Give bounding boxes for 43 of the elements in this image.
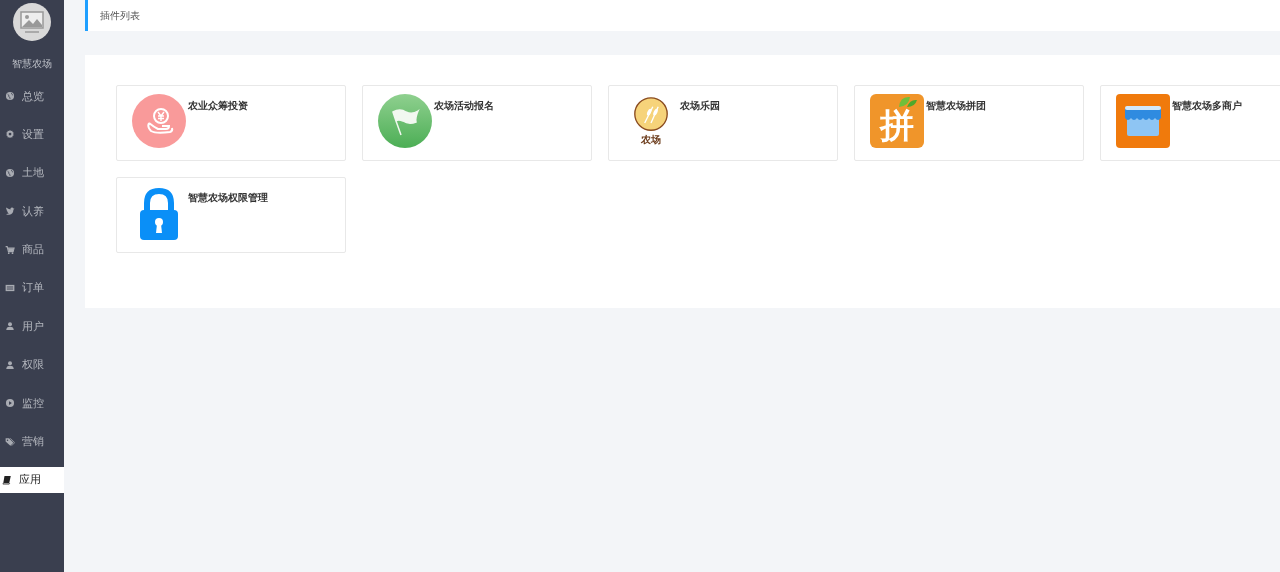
sidebar-item[interactable]: 用户 bbox=[0, 313, 64, 340]
cart-icon bbox=[5, 244, 15, 255]
plugin-card[interactable]: 农场 农场乐园 bbox=[608, 85, 838, 161]
sidebar-item[interactable]: 营销 bbox=[0, 428, 64, 455]
app-logo: 拼 bbox=[870, 94, 924, 148]
plugin-name: 农场活动报名 bbox=[434, 99, 494, 113]
play-circle-icon bbox=[5, 398, 15, 409]
list-icon bbox=[5, 282, 15, 293]
plugin-card[interactable]: 农业众筹投资 bbox=[116, 85, 346, 161]
logo-text: 农场 bbox=[641, 133, 661, 147]
plugin-name: 智慧农场多商户 bbox=[1172, 99, 1242, 113]
user-icon bbox=[5, 321, 15, 332]
globe-icon bbox=[5, 167, 15, 178]
plugin-card[interactable]: 拼 智慧农场拼团 bbox=[854, 85, 1084, 161]
breadcrumb-title: 插件列表 bbox=[100, 8, 140, 23]
sidebar-item[interactable]: 权限 bbox=[0, 351, 64, 378]
globe-icon bbox=[5, 91, 15, 101]
sidebar-item[interactable]: 设置 bbox=[0, 121, 64, 148]
user-icon bbox=[5, 359, 15, 370]
plugin-card[interactable]: 农场活动报名 bbox=[362, 85, 592, 161]
sidebar-item[interactable]: 土地 bbox=[0, 159, 64, 186]
shop-icon bbox=[1116, 94, 1170, 148]
plugin-card[interactable]: 智慧农场多商户 bbox=[1100, 85, 1280, 161]
wheat-badge-icon bbox=[633, 96, 669, 132]
tags-icon bbox=[5, 436, 15, 447]
sidebar-item[interactable]: 订单 bbox=[0, 274, 64, 301]
plugin-name: 农场乐园 bbox=[680, 99, 720, 113]
sidebar-item[interactable]: 应用 bbox=[0, 466, 64, 493]
leaf-icon bbox=[898, 95, 918, 109]
plugin-name: 农业众筹投资 bbox=[188, 99, 248, 113]
bird-icon bbox=[5, 206, 15, 217]
brand-name: 智慧农场 bbox=[11, 57, 53, 71]
sidebar-item[interactable]: 总览 bbox=[0, 83, 64, 109]
coin-in-hand-icon bbox=[132, 94, 186, 148]
sidebar-item[interactable]: 认养 bbox=[0, 198, 64, 225]
sidebar-item[interactable]: 监控 bbox=[0, 390, 64, 417]
book-icon bbox=[2, 474, 12, 485]
plugin-name: 智慧农场拼团 bbox=[926, 99, 986, 113]
flag-icon bbox=[378, 94, 432, 148]
plugin-name: 智慧农场权限管理 bbox=[188, 191, 268, 205]
sidebar-item[interactable]: 商品 bbox=[0, 236, 64, 263]
plugin-card[interactable]: 智慧农场权限管理 bbox=[116, 177, 346, 253]
settings-icon bbox=[5, 129, 15, 140]
